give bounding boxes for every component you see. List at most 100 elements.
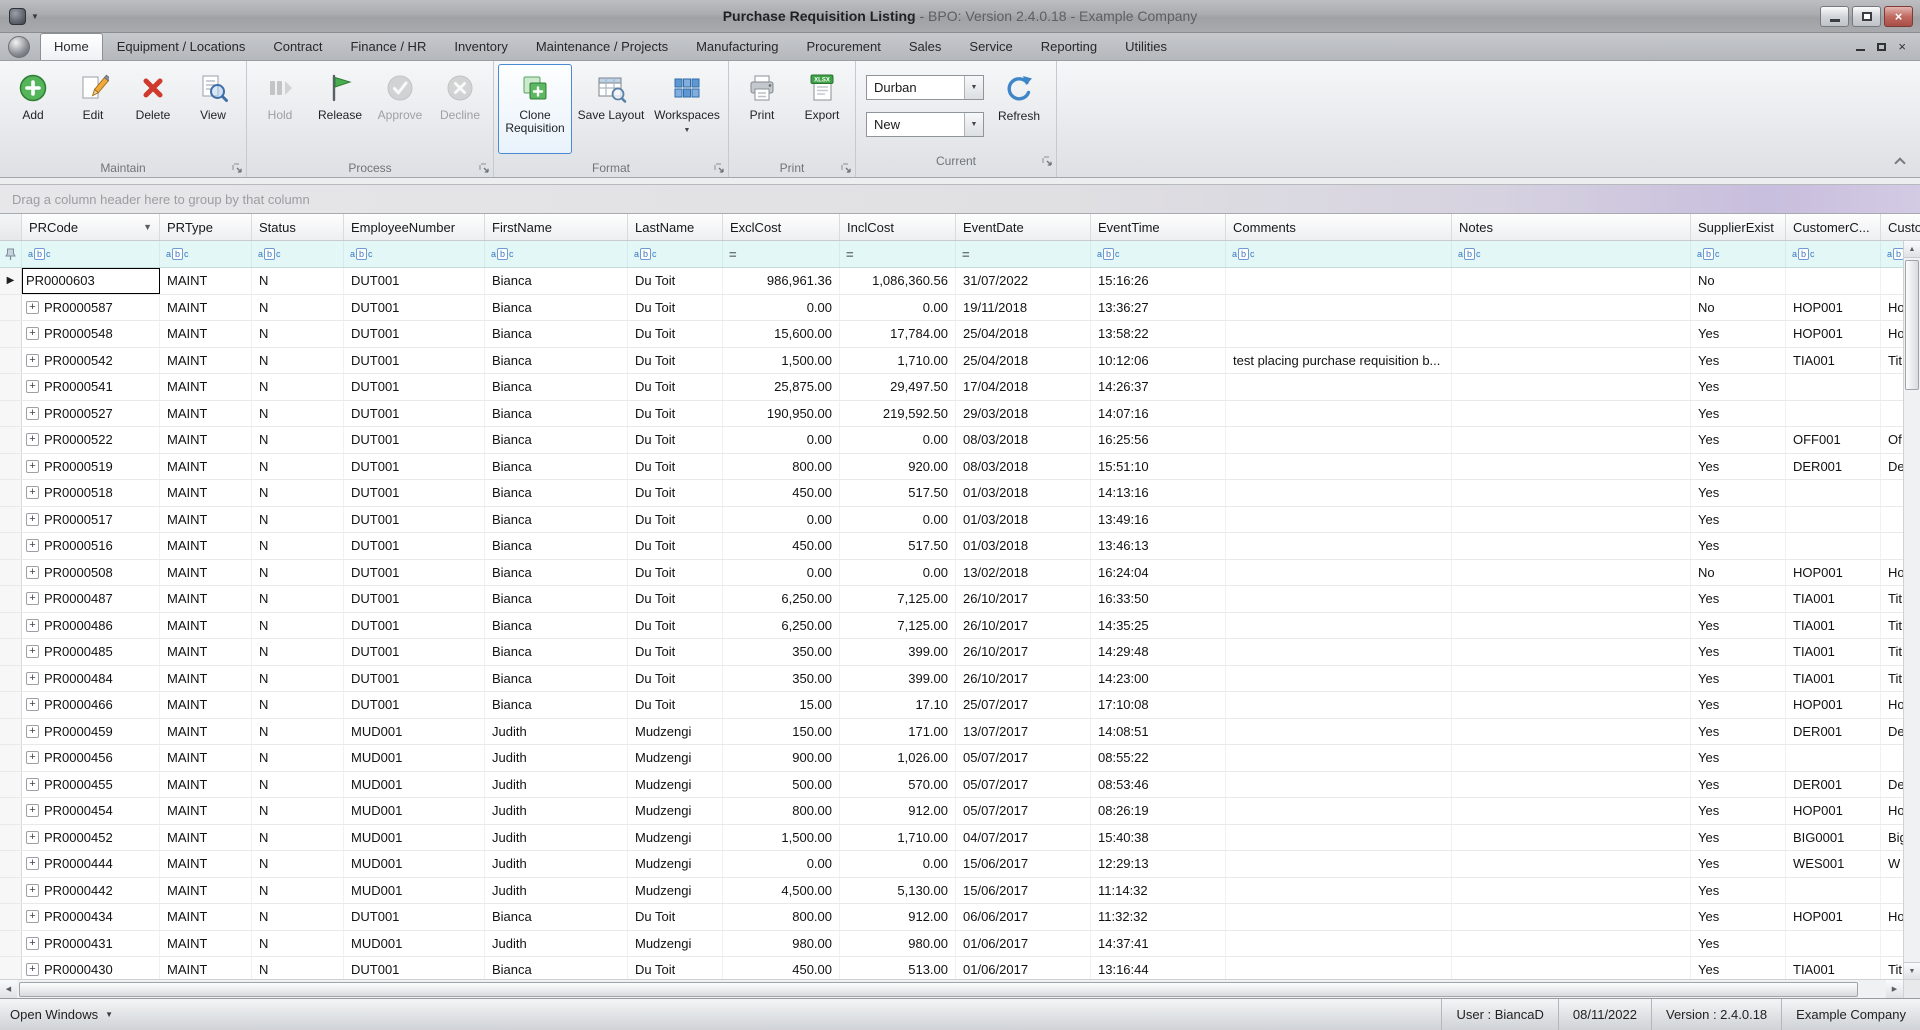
cell-eventtime[interactable]: 11:32:32 — [1091, 904, 1226, 930]
cell-eventdate[interactable]: 08/03/2018 — [956, 454, 1091, 480]
close-button[interactable]: × — [1884, 6, 1913, 27]
expand-row-icon[interactable]: + — [26, 857, 39, 870]
cell-exclcost[interactable]: 0.00 — [723, 560, 840, 586]
cell-prtype[interactable]: MAINT — [160, 321, 252, 347]
cell-firstname[interactable]: Bianca — [485, 480, 628, 506]
cell-prcode[interactable]: +PR0000454 — [22, 798, 160, 824]
cell-customerc[interactable]: HOP001 — [1786, 295, 1881, 321]
cell-firstname[interactable]: Bianca — [485, 374, 628, 400]
cell-lastname[interactable]: Du Toit — [628, 560, 723, 586]
view-button[interactable]: View — [184, 64, 242, 154]
cell-customerc[interactable]: TIA001 — [1786, 639, 1881, 665]
cell-exclcost[interactable]: 0.00 — [723, 295, 840, 321]
cell-firstname[interactable]: Bianca — [485, 401, 628, 427]
cell-eventdate[interactable]: 08/03/2018 — [956, 427, 1091, 453]
cell-exclcost[interactable]: 6,250.00 — [723, 586, 840, 612]
cell-eventtime[interactable]: 14:13:16 — [1091, 480, 1226, 506]
cell-status[interactable]: N — [252, 586, 344, 612]
cell-prtype[interactable]: MAINT — [160, 427, 252, 453]
cell-firstname[interactable]: Judith — [485, 825, 628, 851]
cell-lastname[interactable]: Du Toit — [628, 613, 723, 639]
cell-exclcost[interactable]: 25,875.00 — [723, 374, 840, 400]
cell-prtype[interactable]: MAINT — [160, 878, 252, 904]
expand-row-icon[interactable]: + — [26, 672, 39, 685]
cell-prtype[interactable]: MAINT — [160, 666, 252, 692]
cell-prcode[interactable]: +PR0000516 — [22, 533, 160, 559]
cell-employeenumber[interactable]: DUT001 — [344, 507, 485, 533]
cell-supplierexist[interactable]: Yes — [1691, 851, 1786, 877]
cell-lastname[interactable]: Mudzengi — [628, 719, 723, 745]
grid-row[interactable]: +PR0000456MAINTNMUD001JudithMudzengi900.… — [0, 745, 1920, 772]
cell-customerc[interactable] — [1786, 268, 1881, 294]
tab-maintenance-projects[interactable]: Maintenance / Projects — [522, 33, 682, 60]
column-header-custo[interactable]: Custo... — [1881, 214, 1920, 240]
cell-customerc[interactable]: HOP001 — [1786, 321, 1881, 347]
cell-firstname[interactable]: Judith — [485, 798, 628, 824]
cell-prcode[interactable]: +PR0000452 — [22, 825, 160, 851]
expand-row-icon[interactable]: + — [26, 486, 39, 499]
cell-customerc[interactable]: BIG0001 — [1786, 825, 1881, 851]
cell-prcode[interactable]: +PR0000431 — [22, 931, 160, 957]
cell-eventdate[interactable]: 01/03/2018 — [956, 533, 1091, 559]
cell-employeenumber[interactable]: DUT001 — [344, 560, 485, 586]
cell-lastname[interactable]: Mudzengi — [628, 745, 723, 771]
cell-exclcost[interactable]: 450.00 — [723, 957, 840, 979]
cell-eventdate[interactable]: 01/06/2017 — [956, 957, 1091, 979]
cell-notes[interactable] — [1452, 719, 1691, 745]
cell-lastname[interactable]: Du Toit — [628, 321, 723, 347]
cell-prtype[interactable]: MAINT — [160, 348, 252, 374]
expand-row-icon[interactable]: + — [26, 937, 39, 950]
column-header-prcode[interactable]: PRCode▼ — [22, 214, 160, 240]
cell-prcode[interactable]: +PR0000444 — [22, 851, 160, 877]
filter-cell-lastname[interactable]: abc — [628, 241, 723, 267]
cell-inclcost[interactable]: 0.00 — [840, 560, 956, 586]
expand-row-icon[interactable]: + — [26, 884, 39, 897]
cell-comments[interactable] — [1226, 692, 1452, 718]
cell-notes[interactable] — [1452, 904, 1691, 930]
cell-eventdate[interactable]: 01/06/2017 — [956, 931, 1091, 957]
cell-supplierexist[interactable]: Yes — [1691, 613, 1786, 639]
cell-employeenumber[interactable]: DUT001 — [344, 666, 485, 692]
cell-comments[interactable] — [1226, 798, 1452, 824]
expand-row-icon[interactable]: + — [26, 460, 39, 473]
cell-comments[interactable] — [1226, 374, 1452, 400]
cell-supplierexist[interactable]: Yes — [1691, 374, 1786, 400]
cell-status[interactable]: N — [252, 480, 344, 506]
grid-row[interactable]: +PR0000454MAINTNMUD001JudithMudzengi800.… — [0, 798, 1920, 825]
cell-inclcost[interactable]: 1,710.00 — [840, 825, 956, 851]
cell-comments[interactable]: test placing purchase requisition b... — [1226, 348, 1452, 374]
cell-comments[interactable] — [1226, 666, 1452, 692]
tab-service[interactable]: Service — [955, 33, 1026, 60]
edit-button[interactable]: Edit — [64, 64, 122, 154]
cell-prtype[interactable]: MAINT — [160, 507, 252, 533]
cell-status[interactable]: N — [252, 613, 344, 639]
grid-row[interactable]: +PR0000484MAINTNDUT001BiancaDu Toit350.0… — [0, 666, 1920, 693]
column-header-eventtime[interactable]: EventTime — [1091, 214, 1226, 240]
cell-exclcost[interactable]: 350.00 — [723, 639, 840, 665]
column-header-comments[interactable]: Comments — [1226, 214, 1452, 240]
grid-row[interactable]: +PR0000485MAINTNDUT001BiancaDu Toit350.0… — [0, 639, 1920, 666]
cell-comments[interactable] — [1226, 560, 1452, 586]
cell-firstname[interactable]: Bianca — [485, 295, 628, 321]
cell-prcode[interactable]: +PR0000508 — [22, 560, 160, 586]
expand-row-icon[interactable]: + — [26, 592, 39, 605]
tab-equipment-locations[interactable]: Equipment / Locations — [103, 33, 260, 60]
column-header-customerc[interactable]: CustomerC... — [1786, 214, 1881, 240]
grid-row[interactable]: +PR0000548MAINTNDUT001BiancaDu Toit15,60… — [0, 321, 1920, 348]
cell-notes[interactable] — [1452, 401, 1691, 427]
tab-contract[interactable]: Contract — [259, 33, 336, 60]
grid-row[interactable]: +PR0000542MAINTNDUT001BiancaDu Toit1,500… — [0, 348, 1920, 375]
grid-row[interactable]: +PR0000508MAINTNDUT001BiancaDu Toit0.000… — [0, 560, 1920, 587]
cell-eventtime[interactable]: 15:40:38 — [1091, 825, 1226, 851]
cell-comments[interactable] — [1226, 878, 1452, 904]
tab-home[interactable]: Home — [40, 33, 103, 60]
cell-customerc[interactable]: HOP001 — [1786, 904, 1881, 930]
cell-lastname[interactable]: Du Toit — [628, 639, 723, 665]
cell-firstname[interactable]: Judith — [485, 745, 628, 771]
cell-comments[interactable] — [1226, 639, 1452, 665]
cell-eventdate[interactable]: 05/07/2017 — [956, 798, 1091, 824]
cell-employeenumber[interactable]: DUT001 — [344, 533, 485, 559]
cell-exclcost[interactable]: 450.00 — [723, 480, 840, 506]
cell-exclcost[interactable]: 190,950.00 — [723, 401, 840, 427]
cell-firstname[interactable]: Bianca — [485, 586, 628, 612]
